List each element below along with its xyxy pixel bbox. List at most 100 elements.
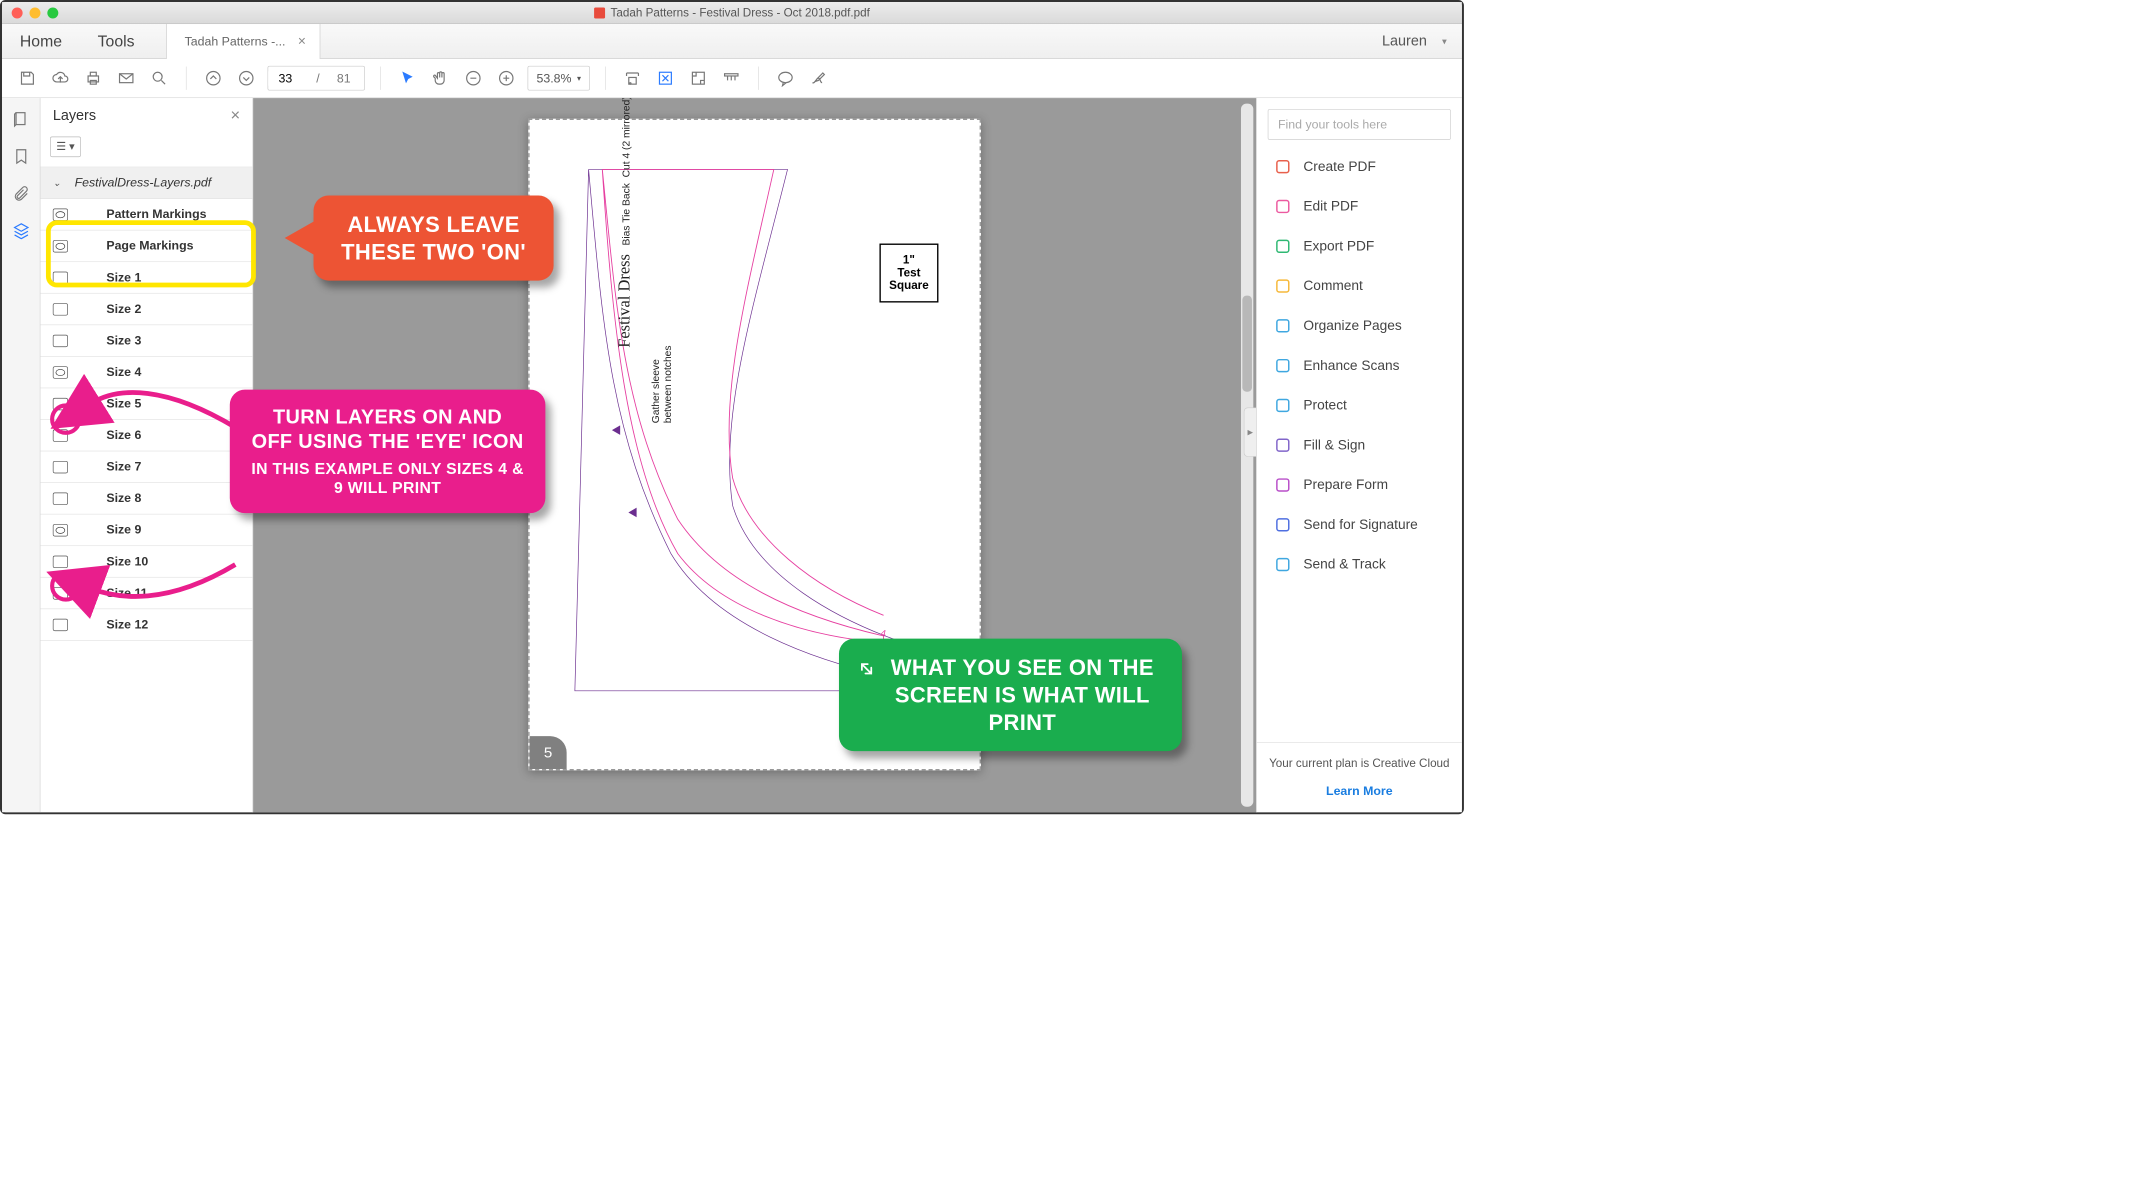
fit-width-icon[interactable] [621, 67, 644, 90]
eye-toggle-icon[interactable] [53, 240, 68, 252]
tool-export-pdf[interactable]: Export PDF [1257, 226, 1462, 266]
page-number-input[interactable]: / 81 [268, 66, 365, 91]
layer-row-pattern-markings[interactable]: Pattern Markings [40, 199, 252, 231]
eye-toggle-icon[interactable] [53, 429, 68, 441]
layer-row-size-5[interactable]: Size 5 [40, 388, 252, 420]
tool-create-pdf[interactable]: Create PDF [1257, 147, 1462, 187]
document-tab[interactable]: Tadah Patterns -... × [166, 24, 320, 59]
page-up-icon[interactable] [202, 67, 225, 90]
attachment-icon[interactable] [11, 183, 32, 204]
fullscreen-icon[interactable] [687, 67, 710, 90]
eye-toggle-icon[interactable] [53, 208, 68, 220]
chevron-down-icon[interactable]: ▾ [1442, 35, 1447, 47]
maximize-window-icon[interactable] [47, 7, 58, 18]
green-callout: WHAT YOU SEE ON THE SCREEN IS WHAT WILL … [839, 639, 1182, 752]
zoom-in-icon[interactable] [495, 67, 518, 90]
eye-toggle-icon[interactable] [53, 492, 68, 504]
layer-row-size-8[interactable]: Size 8 [40, 483, 252, 515]
eye-toggle-icon[interactable] [53, 524, 68, 536]
layer-label: Size 1 [106, 270, 141, 284]
tool-organize-pages[interactable]: Organize Pages [1257, 306, 1462, 346]
user-menu[interactable]: Lauren [1382, 33, 1427, 49]
layers-options-dropdown[interactable]: ☰ ▾ [50, 137, 81, 158]
layer-label: Size 11 [106, 586, 147, 600]
bookmark-icon[interactable] [11, 146, 32, 167]
layer-row-size-10[interactable]: Size 10 [40, 546, 252, 578]
eye-toggle-icon[interactable] [53, 366, 68, 378]
thumbnails-icon[interactable] [11, 109, 32, 130]
tool-fill-sign[interactable]: Fill & Sign [1257, 425, 1462, 465]
layer-label: Size 8 [106, 491, 141, 505]
layer-row-size-12[interactable]: Size 12 [40, 609, 252, 641]
tab-close-icon[interactable]: × [298, 33, 306, 49]
pattern-title-text: Festival Dress Bias Tie Back Cut 4 (2 mi… [616, 98, 635, 348]
tools-search-input[interactable]: Find your tools here [1268, 109, 1451, 140]
tool-comment[interactable]: Comment [1257, 266, 1462, 306]
fit-page-icon[interactable] [654, 67, 677, 90]
cloud-icon[interactable] [49, 67, 72, 90]
tool-enhance-scans[interactable]: Enhance Scans [1257, 346, 1462, 386]
page-separator: / 81 [303, 71, 365, 85]
eye-toggle-icon[interactable] [53, 618, 68, 630]
tool-icon [1273, 475, 1292, 494]
minimize-window-icon[interactable] [29, 7, 40, 18]
hand-tool-icon[interactable] [429, 67, 452, 90]
layer-row-size-9[interactable]: Size 9 [40, 515, 252, 547]
document-tab-label: Tadah Patterns -... [185, 34, 286, 48]
layer-row-page-markings[interactable]: Page Markings [40, 230, 252, 262]
page-down-icon[interactable] [235, 67, 258, 90]
tool-send-for-signature[interactable]: Send for Signature [1257, 505, 1462, 545]
layer-row-size-4[interactable]: Size 4 [40, 357, 252, 389]
read-mode-icon[interactable] [720, 67, 743, 90]
save-icon[interactable] [16, 67, 39, 90]
eye-toggle-icon[interactable] [53, 461, 68, 473]
home-button[interactable]: Home [2, 32, 80, 51]
tool-icon [1273, 396, 1292, 415]
layers-icon[interactable] [11, 220, 32, 241]
tools-button[interactable]: Tools [80, 32, 153, 51]
tool-icon [1273, 555, 1292, 574]
comment-icon[interactable] [774, 67, 797, 90]
print-icon[interactable] [82, 67, 105, 90]
tool-send-track[interactable]: Send & Track [1257, 545, 1462, 585]
tool-prepare-form[interactable]: Prepare Form [1257, 465, 1462, 505]
tool-edit-pdf[interactable]: Edit PDF [1257, 187, 1462, 227]
close-panel-icon[interactable]: × [230, 106, 240, 125]
layer-row-size-2[interactable]: Size 2 [40, 294, 252, 326]
learn-more-link[interactable]: Learn More [1269, 784, 1449, 798]
zoom-out-icon[interactable] [462, 67, 485, 90]
eye-toggle-icon[interactable] [53, 555, 68, 567]
zoom-select[interactable]: 53.8%▾ [528, 66, 590, 91]
mail-icon[interactable] [115, 67, 138, 90]
close-window-icon[interactable] [12, 7, 23, 18]
tool-protect[interactable]: Protect [1257, 386, 1462, 426]
search-icon[interactable] [147, 67, 170, 90]
current-page-field[interactable] [268, 71, 302, 85]
gather-note: Gather sleevebetween notches [650, 345, 673, 423]
eye-toggle-icon[interactable] [53, 334, 68, 346]
tool-label: Send & Track [1303, 557, 1385, 573]
tool-label: Comment [1303, 278, 1362, 294]
select-tool-icon[interactable] [396, 67, 419, 90]
layer-row-size-11[interactable]: Size 11 [40, 578, 252, 610]
toolbar: / 81 53.8%▾ [2, 59, 1462, 98]
right-panel-toggle[interactable]: ▸ [1244, 407, 1256, 456]
eye-toggle-icon[interactable] [53, 587, 68, 599]
layer-label: Size 2 [106, 302, 141, 316]
eye-toggle-icon[interactable] [53, 398, 68, 410]
layer-row-size-7[interactable]: Size 7 [40, 451, 252, 483]
layer-row-size-6[interactable]: Size 6 [40, 420, 252, 452]
layer-label: Size 9 [106, 523, 141, 537]
layer-label: Size 4 [106, 365, 141, 379]
tool-label: Create PDF [1303, 159, 1375, 175]
sign-icon[interactable] [807, 67, 830, 90]
eye-toggle-icon[interactable] [53, 271, 68, 283]
layer-label: Page Markings [106, 239, 193, 253]
layer-file-header[interactable]: ⌄FestivalDress-Layers.pdf [40, 167, 252, 199]
layer-row-size-1[interactable]: Size 1 [40, 262, 252, 294]
window-title: Tadah Patterns - Festival Dress - Oct 20… [594, 6, 870, 20]
eye-toggle-icon[interactable] [53, 303, 68, 315]
layer-row-size-3[interactable]: Size 3 [40, 325, 252, 357]
layer-label: Pattern Markings [106, 207, 206, 221]
tool-label: Send for Signature [1303, 517, 1417, 533]
